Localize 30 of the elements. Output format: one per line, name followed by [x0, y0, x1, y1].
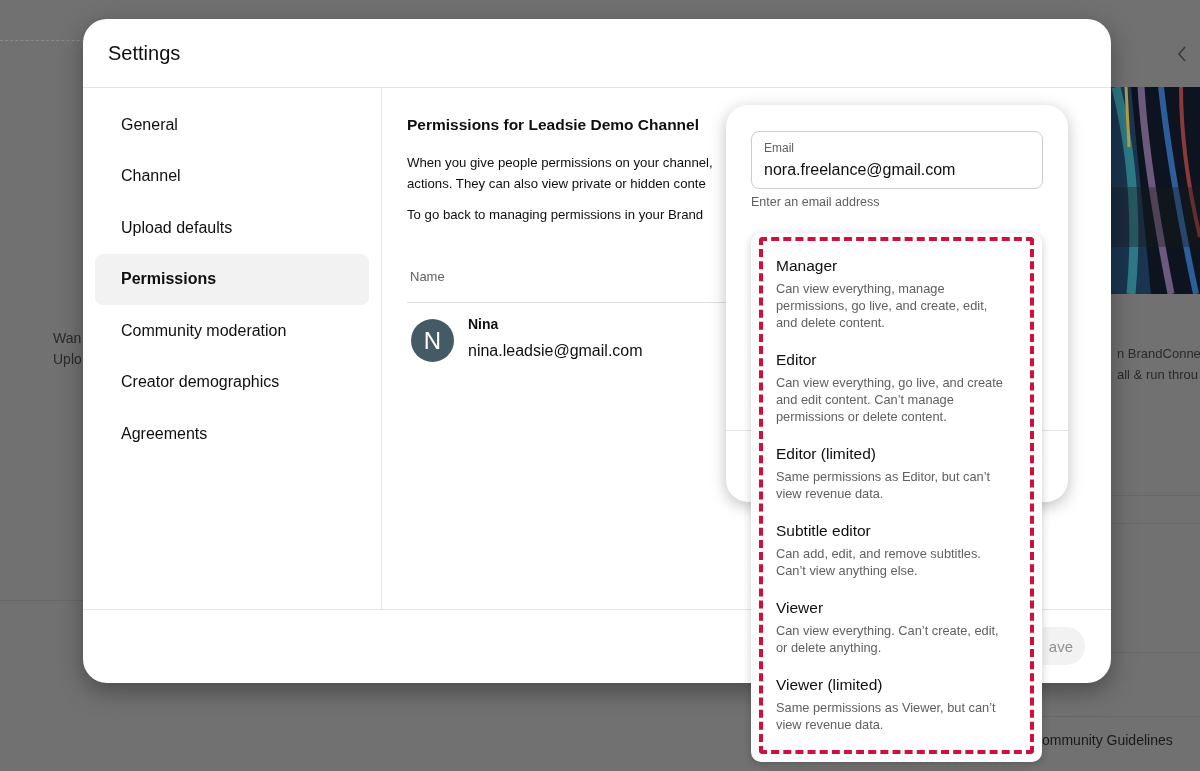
role-option[interactable]: Subtitle editor Can add, edit, and remove subtitles. Can’t view anything else. — [776, 522, 1012, 579]
sidebar-item[interactable]: Upload defaults — [95, 202, 369, 254]
chevron-left-icon[interactable] — [1177, 46, 1187, 62]
sidebar-item[interactable]: Community moderation — [95, 305, 369, 357]
description-text: actions. They can also view private or hidden conte — [407, 175, 706, 193]
role-option[interactable]: Editor (limited) Same permissions as Editor, but can’t view revenue data. — [776, 445, 1012, 502]
sidebar-item[interactable]: Permissions — [95, 253, 369, 305]
section-heading: Permissions for Leadsie Demo Channel — [407, 116, 700, 134]
helper-text: Enter an email address — [751, 195, 881, 209]
sidebar-item[interactable]: Agreements — [95, 408, 369, 460]
description-text: To go back to managing permissions in your Brand — [407, 207, 705, 222]
role-option[interactable]: Viewer Can view everything. Can’t create, edit, or delete anything. — [776, 599, 1012, 656]
avatar: N — [411, 319, 454, 362]
email-field[interactable]: Email nora.freelance@gmail.com — [751, 131, 1043, 189]
background-text: ommunity Guidelines — [1042, 732, 1173, 748]
role-option[interactable]: Editor Can view everything, go live, and create and edit content. Can’t manage permissions or delete content. — [776, 351, 1012, 425]
role-option[interactable]: Manager Can view everything, manage permissions, go live, and create, edit, and delete content. — [776, 257, 1012, 331]
background-text: Uplo — [53, 351, 82, 368]
sidebar-item[interactable]: General — [95, 99, 369, 151]
sidebar-item[interactable]: Channel — [95, 150, 369, 202]
background-text: all & run throu — [1117, 366, 1199, 383]
description-text: When you give people permissions on your channel, — [407, 154, 713, 172]
column-header: Name — [410, 269, 445, 284]
background-text: Wan — [53, 330, 82, 347]
background-text: n BrandConne — [1117, 345, 1200, 362]
sidebar-item[interactable]: Creator demographics — [95, 356, 369, 408]
user-name: Nina — [468, 316, 500, 332]
role-option[interactable]: Viewer (limited) Same permissions as Viewer, but can’t view revenue data. — [776, 676, 1012, 733]
dialog-title: Settings — [108, 41, 181, 65]
user-email: nina.leadsie@gmail.com — [468, 342, 643, 360]
